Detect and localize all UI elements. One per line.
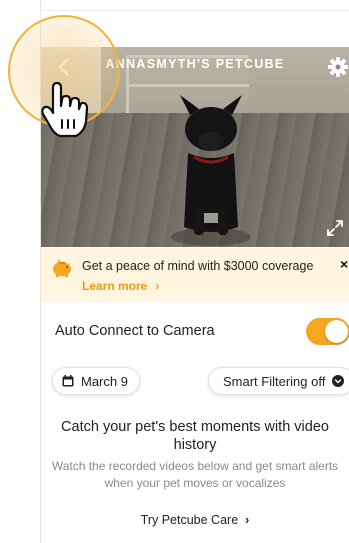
smart-filter-button[interactable]: Smart Filtering off: [208, 367, 349, 395]
cta-label: Try Petcube Care: [140, 513, 239, 527]
date-label: March 9: [81, 373, 128, 389]
hand-cursor-icon: [41, 82, 88, 138]
chevron-right-icon: ›: [155, 279, 160, 293]
gear-icon[interactable]: [327, 56, 349, 78]
close-icon[interactable]: ×: [340, 256, 348, 272]
toggle-knob: [325, 320, 348, 343]
auto-connect-label: Auto Connect to Camera: [55, 323, 215, 339]
smart-filter-label: Smart Filtering off: [223, 373, 326, 389]
insurance-banner: Get a peace of mind with $3000 coverage …: [41, 248, 349, 302]
chevron-right-icon: ›: [245, 513, 250, 527]
date-picker-button[interactable]: March 9: [52, 367, 140, 395]
learn-more-link[interactable]: Learn more ›: [82, 279, 159, 293]
expand-icon[interactable]: [326, 219, 344, 237]
try-petcube-care-link[interactable]: Try Petcube Care ›: [41, 513, 349, 527]
calendar-icon: [62, 375, 74, 387]
promo-title: Catch your pet's best moments with video…: [61, 419, 329, 453]
auto-connect-toggle[interactable]: [306, 318, 349, 345]
promo-body: Watch the recorded videos below and get …: [51, 459, 339, 490]
piggy-bank-icon: [53, 259, 71, 277]
chevron-down-icon: [332, 375, 345, 387]
top-divider: [40, 10, 349, 11]
learn-more-label: Learn more: [82, 279, 148, 293]
banner-text: Get a peace of mind with $3000 coverage: [82, 259, 314, 273]
dog-image: [171, 95, 251, 246]
